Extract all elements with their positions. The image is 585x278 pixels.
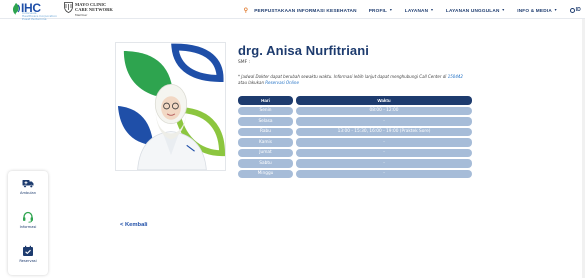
day-cell: Selasa — [238, 117, 293, 126]
day-cell: Sabtu — [238, 159, 293, 168]
day-cell: Senin — [238, 106, 293, 115]
time-cell: - — [296, 117, 472, 126]
note-text-2: atau lakukan — [238, 80, 264, 85]
ihc-logo-mark-icon — [12, 3, 20, 15]
mayo-line-3: Member — [75, 13, 88, 17]
sidebar-item-label: Reservasi — [19, 259, 37, 263]
nav-info-media-label: INFO & MEDIA — [517, 7, 552, 13]
nav-library-label: PERPUSTAKAAN INFORMASI KESEHATAN — [254, 7, 357, 13]
page: IHC Indonesia Healthcare Corporation Pus… — [0, 0, 585, 278]
nav-layanan-unggulan-label: LAYANAN UNGGULAN — [445, 7, 500, 13]
ihc-logo-tagline: Indonesia Healthcare Corporation Pusat P… — [22, 12, 57, 21]
calendar-check-icon — [23, 245, 33, 256]
top-header: IHC Indonesia Healthcare Corporation Pus… — [0, 0, 585, 21]
mayo-logo-text: MAYO CLINIC CARE NETWORK — [75, 2, 113, 12]
nav-layanan-label: LAYANAN — [404, 7, 429, 13]
globe-icon — [569, 7, 575, 13]
day-cell: Rabu — [238, 127, 293, 136]
schedule-header-row: Hari Waktu — [238, 96, 472, 105]
time-cell: 13:00 - 15:30, 16:00 - 19:00 (Praktek So… — [296, 127, 472, 136]
time-cell: - — [296, 169, 472, 178]
nav-library[interactable]: ⚲ PERPUSTAKAAN INFORMASI KESEHATAN — [244, 7, 357, 14]
day-cell: Kamis — [238, 138, 293, 147]
mayo-line-2: CARE NETWORK — [75, 6, 113, 12]
chevron-down-icon: ▼ — [553, 8, 558, 12]
table-row: Senin 08:00 - 12:00 — [238, 106, 472, 115]
time-cell: 08:00 - 12:00 — [296, 106, 472, 115]
language-switcher[interactable]: ID — [569, 7, 581, 13]
location-pin-icon: ⚲ — [243, 7, 249, 14]
column-header-day: Hari — [238, 96, 293, 105]
call-center-link[interactable]: 150442 — [448, 74, 463, 79]
doctor-photo — [115, 42, 226, 171]
sidebar-item-label: Ambulan — [20, 191, 36, 195]
chevron-down-icon: ▼ — [430, 8, 434, 12]
time-cell: - — [296, 148, 472, 157]
schedule-note: * Jadwal Dokter dapat berubah sewaktu wa… — [238, 74, 478, 86]
time-cell: - — [296, 159, 472, 168]
ambulance-icon — [22, 180, 34, 188]
sidebar-item-informasi[interactable]: Informasi — [8, 207, 48, 237]
sidebar-item-label: Informasi — [19, 225, 37, 229]
day-cell: Jumat — [238, 148, 293, 157]
chevron-down-icon: ▼ — [389, 8, 393, 12]
doctor-portrait-image — [116, 43, 225, 170]
headset-icon — [23, 211, 33, 223]
table-row: Sabtu - — [238, 159, 472, 168]
ihc-tagline-3: Pusat Pertamina — [22, 17, 47, 21]
online-reservation-link[interactable]: Reservasi Online — [265, 80, 299, 85]
chevron-down-icon: ▼ — [501, 8, 506, 12]
nav-layanan[interactable]: LAYANAN ▼ — [405, 8, 434, 13]
nav-layanan-unggulan[interactable]: LAYANAN UNGGULAN ▼ — [446, 8, 505, 13]
quick-action-sidebar: Ambulan Informasi Reservasi — [8, 171, 48, 275]
table-row: Kamis - — [238, 138, 472, 147]
doctor-name: drg. Anisa Nurfitriani — [238, 43, 370, 58]
note-text: * Jadwal Dokter dapat berubah sewaktu wa… — [238, 74, 447, 79]
mayo-shield-icon — [64, 2, 73, 13]
language-label: ID — [575, 7, 581, 13]
column-header-time: Waktu — [296, 96, 472, 105]
nav-profil[interactable]: PROFIL ▼ — [369, 8, 393, 13]
main-nav: ⚲ PERPUSTAKAAN INFORMASI KESEHATAN PROFI… — [244, 5, 581, 15]
schedule-table: Hari Waktu Senin 08:00 - 12:00 Selasa - … — [238, 96, 472, 180]
nav-profil-label: PROFIL — [368, 7, 388, 13]
doctor-smf: SMF : — [238, 60, 250, 65]
time-cell: - — [296, 138, 472, 147]
table-row: Selasa - — [238, 117, 472, 126]
nav-info-media[interactable]: INFO & MEDIA ▼ — [517, 8, 557, 13]
back-link[interactable]: < Kembali — [120, 222, 148, 228]
mayo-clinic-logo[interactable]: MAYO CLINIC CARE NETWORK Member — [64, 2, 124, 17]
sidebar-item-ambulan[interactable]: Ambulan — [8, 173, 48, 203]
ihc-logo[interactable]: IHC Indonesia Healthcare Corporation Pus… — [12, 1, 57, 21]
sidebar-item-reservasi[interactable]: Reservasi — [8, 241, 48, 271]
day-cell: Minggu — [238, 169, 293, 178]
table-row: Jumat - — [238, 148, 472, 157]
table-row: Minggu - — [238, 169, 472, 178]
table-row: Rabu 13:00 - 15:30, 16:00 - 19:00 (Prakt… — [238, 127, 472, 136]
